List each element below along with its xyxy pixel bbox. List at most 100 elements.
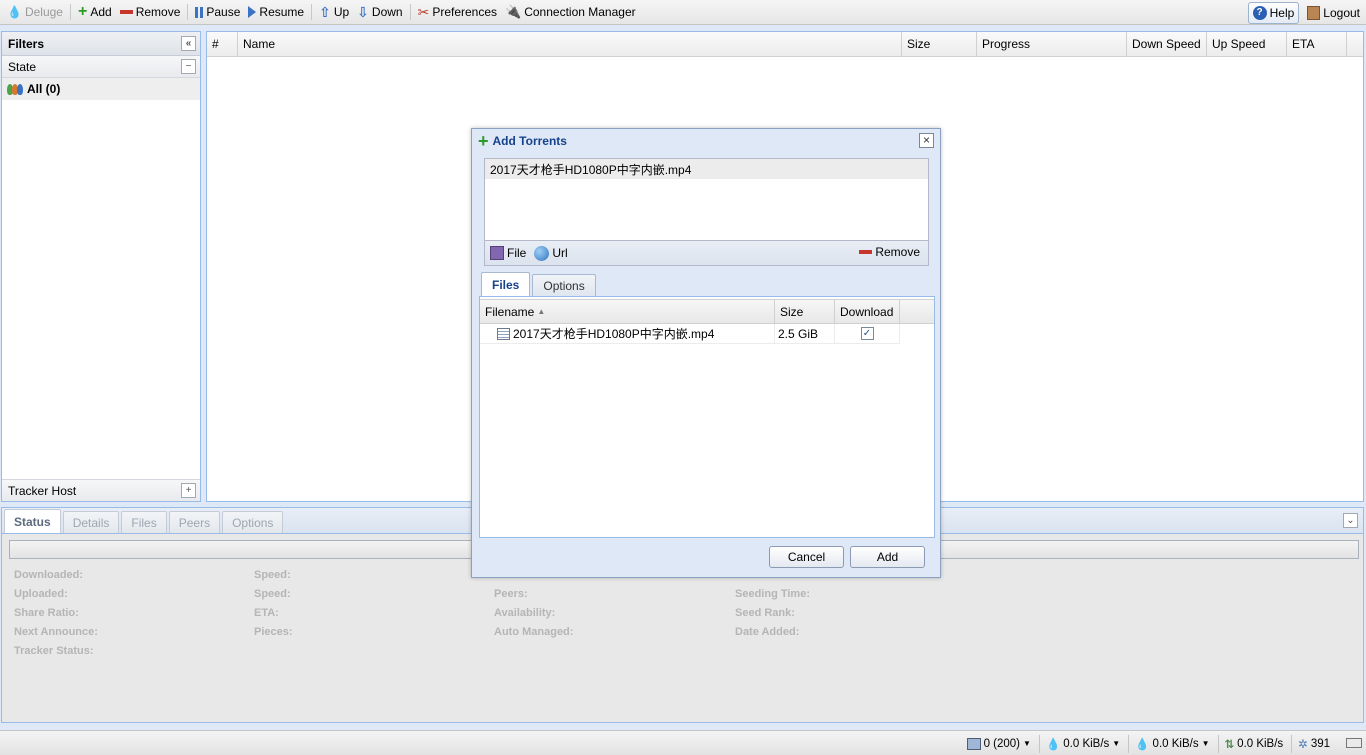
column-header-size[interactable]: Size <box>902 32 977 56</box>
stat-label: Pieces: <box>254 626 293 638</box>
help-button[interactable]: ? Help <box>1247 1 1300 24</box>
upload-drop-icon: 💧 <box>1135 738 1150 751</box>
add-file-button[interactable]: File <box>490 246 526 260</box>
column-header-size[interactable]: Size <box>775 300 835 323</box>
toolbar-right: ? Help Logout <box>1247 0 1364 25</box>
queue-up-button[interactable]: ⇧ Up <box>315 2 353 23</box>
keyboard-icon[interactable] <box>1346 738 1362 748</box>
toolbar-separator <box>311 4 313 20</box>
add-button[interactable]: + Add <box>74 2 116 23</box>
resume-button[interactable]: Resume <box>244 2 308 23</box>
state-section-header[interactable]: State − <box>2 56 200 78</box>
connections-status[interactable]: 0 (200) ▼ <box>961 735 1031 753</box>
stat-label: Tracker Status: <box>14 645 94 657</box>
dialog-title-bar[interactable]: + Add Torrents <box>472 129 940 152</box>
dropdown-caret-icon: ▼ <box>1201 739 1210 748</box>
tracker-host-header[interactable]: Tracker Host + <box>2 479 200 501</box>
file-button-label: File <box>507 246 527 260</box>
stat-label: Share Ratio: <box>14 607 79 619</box>
logout-label: Logout <box>1323 5 1360 20</box>
table-row[interactable]: 2017天才枪手HD1080P中字内嵌.mp4 2.5 GiB ✓ <box>480 324 900 344</box>
toolbar-separator <box>409 4 411 20</box>
status-bar: 0 (200) ▼ 💧 0.0 KiB/s ▼ 💧 0.0 KiB/s ▼ ⇅ … <box>0 730 1366 755</box>
preferences-button[interactable]: ✂ Preferences <box>414 2 501 23</box>
logout-button[interactable]: Logout <box>1303 2 1364 23</box>
tab-options[interactable]: Options <box>532 274 596 296</box>
dht-nodes-value: 391 <box>1310 737 1330 750</box>
close-icon[interactable]: × <box>919 133 934 148</box>
file-download-cell: ✓ <box>835 324 900 343</box>
column-header-name[interactable]: Name <box>238 32 902 56</box>
filters-title: Filters <box>8 36 45 51</box>
dialog-tab-strip: Files Options <box>479 272 935 297</box>
add-confirm-button[interactable]: Add <box>850 546 925 568</box>
connection-manager-label: Connection Manager <box>524 5 636 19</box>
filter-all-label: All (0) <box>27 82 61 96</box>
expand-plus-icon[interactable]: + <box>181 483 196 498</box>
download-speed-status[interactable]: 💧 0.0 KiB/s ▼ <box>1038 734 1120 753</box>
dht-nodes-status: ✲ 391 <box>1291 734 1330 753</box>
dht-icon: ✲ <box>1298 738 1308 751</box>
connections-value: 0 (200) <box>983 737 1021 750</box>
globe-icon <box>534 245 550 261</box>
all-states-icon <box>7 83 23 95</box>
connection-manager-button[interactable]: 🔌 Connection Manager <box>501 2 640 23</box>
column-header-down-speed[interactable]: Down Speed <box>1127 32 1207 56</box>
status-bar-items: 0 (200) ▼ 💧 0.0 KiB/s ▼ 💧 0.0 KiB/s ▼ ⇅ … <box>961 731 1330 755</box>
upload-speed-value: 0.0 KiB/s <box>1152 737 1199 750</box>
cancel-button[interactable]: Cancel <box>769 546 844 568</box>
torrent-queue-list: 2017天才枪手HD1080P中字内嵌.mp4 <box>484 158 929 241</box>
column-header-download[interactable]: Download <box>835 300 900 323</box>
add-url-button[interactable]: Url <box>534 245 568 261</box>
add-torrents-dialog: + Add Torrents × 2017天才枪手HD1080P中字内嵌.mp4… <box>471 128 941 578</box>
file-icon <box>490 246 504 260</box>
remove-torrent-button[interactable]: Remove <box>859 245 920 259</box>
toolbar-separator <box>69 4 71 20</box>
stat-label: Availability: <box>494 607 556 619</box>
stat-label: Seeding Time: <box>735 588 810 600</box>
tracker-host-label: Tracker Host <box>8 483 77 498</box>
file-grid-header: Filename ▲ Size Download <box>480 299 934 324</box>
filter-item-all[interactable]: All (0) <box>2 78 200 100</box>
document-icon <box>497 327 510 340</box>
collapse-minus-icon[interactable]: − <box>181 59 196 74</box>
toolbar-separator <box>187 4 189 20</box>
sort-asc-icon: ▲ <box>537 307 546 316</box>
tab-files[interactable]: Files <box>481 272 531 296</box>
queue-down-button[interactable]: ⇩ Down <box>353 2 406 23</box>
dropdown-caret-icon: ▼ <box>1023 739 1031 748</box>
list-item[interactable]: 2017天才枪手HD1080P中字内嵌.mp4 <box>485 159 928 179</box>
filters-header: Filters « <box>2 32 200 56</box>
torrent-grid-header: # Name Size Progress Down Speed Up Speed… <box>207 32 1363 57</box>
column-header-number[interactable]: # <box>207 32 238 56</box>
tab-options[interactable]: Options <box>222 511 284 533</box>
tab-files[interactable]: Files <box>121 511 167 533</box>
help-icon: ? <box>1252 5 1267 20</box>
collapse-down-icon[interactable]: ⌄ <box>1343 513 1358 528</box>
tools-icon: ✂ <box>417 3 430 20</box>
upload-speed-status[interactable]: 💧 0.0 KiB/s ▼ <box>1128 734 1210 753</box>
pause-button[interactable]: Pause <box>191 2 244 23</box>
down-label: Down <box>371 5 403 19</box>
tab-status[interactable]: Status <box>4 509 61 533</box>
download-checkbox[interactable]: ✓ <box>860 327 874 340</box>
stat-label: Date Added: <box>735 626 800 638</box>
column-header-up-speed[interactable]: Up Speed <box>1207 32 1287 56</box>
stat-label: Speed: <box>254 588 291 600</box>
collapse-left-icon[interactable]: « <box>181 36 196 51</box>
url-button-label: Url <box>552 246 568 260</box>
torrent-item-name: 2017天才枪手HD1080P中字内嵌.mp4 <box>490 162 692 177</box>
preferences-label: Preferences <box>432 5 498 19</box>
download-speed-value: 0.0 KiB/s <box>1063 737 1110 750</box>
network-icon <box>966 737 981 750</box>
tab-details[interactable]: Details <box>62 511 120 533</box>
pause-label: Pause <box>206 5 241 19</box>
plug-icon: 🔌 <box>505 4 522 19</box>
file-list: Filename ▲ Size Download 2017天才枪手HD1080P… <box>479 297 935 538</box>
column-header-progress[interactable]: Progress <box>977 32 1127 56</box>
column-header-eta[interactable]: ETA <box>1287 32 1347 56</box>
remove-button[interactable]: Remove <box>116 2 185 23</box>
stat-label: Seed Rank: <box>735 607 795 619</box>
tab-peers[interactable]: Peers <box>168 511 221 533</box>
column-header-filename[interactable]: Filename ▲ <box>480 300 775 323</box>
